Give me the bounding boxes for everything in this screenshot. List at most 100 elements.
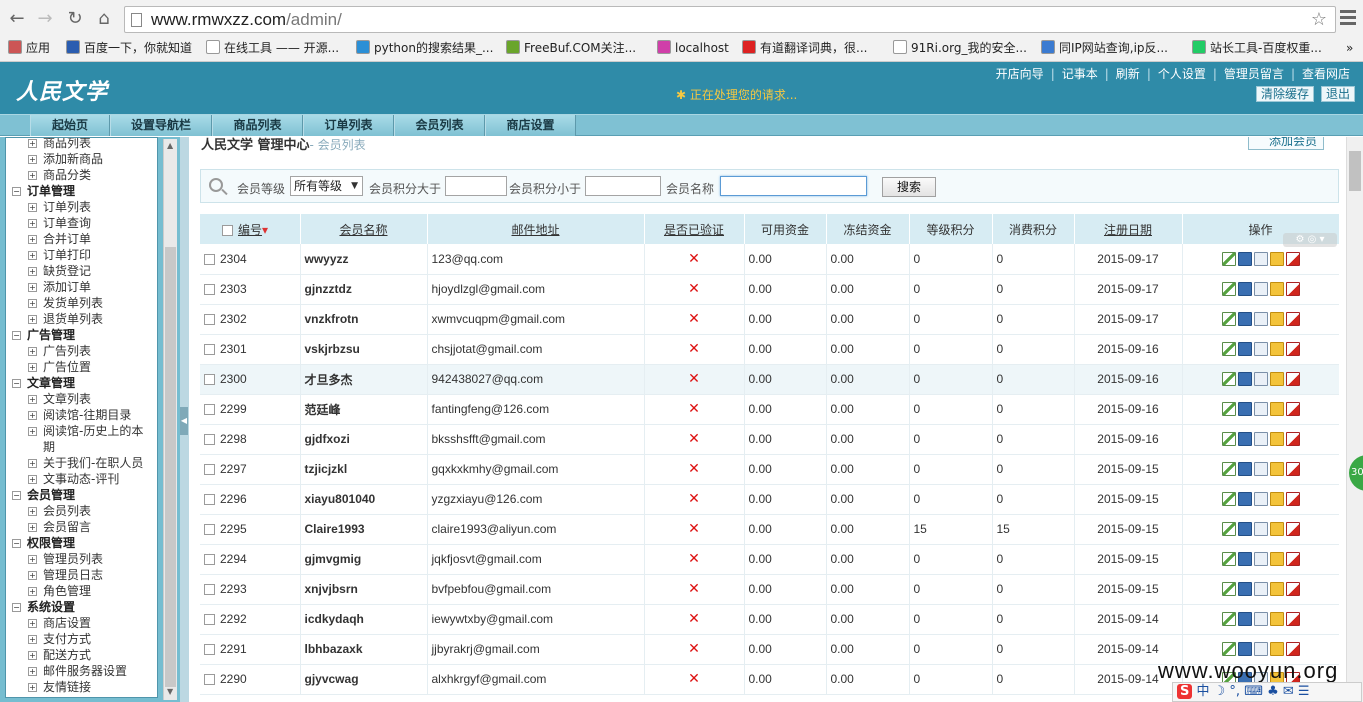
expand-icon[interactable]: + <box>28 155 37 164</box>
account-icon[interactable] <box>1269 522 1284 536</box>
expand-icon[interactable]: + <box>28 651 37 660</box>
collapse-icon[interactable]: − <box>12 603 21 612</box>
expand-icon[interactable]: + <box>28 523 37 532</box>
search-button[interactable]: 搜索 <box>882 177 936 197</box>
not-verified-icon[interactable]: ✕ <box>688 521 700 537</box>
detail-view-icon[interactable] <box>1253 402 1268 416</box>
edit-icon[interactable] <box>1221 402 1236 416</box>
tree-group[interactable]: − 广告管理 <box>6 327 157 343</box>
not-verified-icon[interactable]: ✕ <box>688 581 700 597</box>
member-name-input[interactable] <box>720 176 867 196</box>
expand-icon[interactable]: + <box>28 683 37 692</box>
tree-item[interactable]: + 会员留言 <box>6 519 157 535</box>
not-verified-icon[interactable]: ✕ <box>688 251 700 267</box>
detail-view-icon[interactable] <box>1253 552 1268 566</box>
not-verified-icon[interactable]: ✕ <box>688 371 700 387</box>
delete-icon[interactable] <box>1285 462 1300 476</box>
expand-icon[interactable]: + <box>28 267 37 276</box>
col-name[interactable]: 会员名称 <box>300 214 428 244</box>
expand-icon[interactable]: + <box>28 299 37 308</box>
row-checkbox[interactable] <box>204 374 215 385</box>
detail-view-icon[interactable] <box>1253 251 1268 266</box>
tree-group[interactable]: − 会员管理 <box>6 487 157 503</box>
detail-view-icon[interactable] <box>1253 522 1268 536</box>
reload-icon[interactable]: ↻ <box>64 8 86 30</box>
expand-icon[interactable]: + <box>28 475 37 484</box>
address-book-icon[interactable] <box>1237 612 1252 626</box>
row-checkbox[interactable] <box>204 524 215 535</box>
delete-icon[interactable] <box>1285 342 1300 356</box>
collapse-icon[interactable]: − <box>12 539 21 548</box>
add-member-button[interactable]: 添加会员 <box>1248 137 1325 150</box>
nav-tab[interactable]: 商店设置 <box>485 115 576 136</box>
bookmark-item[interactable]: 同IP网站查询,ip反... <box>1041 39 1168 57</box>
tree-item[interactable]: + 配送方式 <box>6 647 157 663</box>
expand-icon[interactable]: + <box>28 619 37 628</box>
expand-icon[interactable]: + <box>28 235 37 244</box>
scroll-down-icon[interactable]: ▼ <box>167 687 173 696</box>
tree-item[interactable]: + 退货单列表 <box>6 311 157 327</box>
address-book-icon[interactable] <box>1237 462 1252 476</box>
tree-item[interactable]: + 商店设置 <box>6 615 157 631</box>
expand-icon[interactable]: + <box>28 139 37 148</box>
scroll-thumb[interactable] <box>165 247 176 687</box>
tree-item[interactable]: + 商品列表 <box>6 138 157 151</box>
edit-icon[interactable] <box>1221 462 1236 476</box>
row-checkbox[interactable] <box>204 404 215 415</box>
tree-item[interactable]: + 邮件服务器设置 <box>6 663 157 679</box>
edit-icon[interactable] <box>1221 251 1236 266</box>
address-book-icon[interactable] <box>1237 642 1252 656</box>
detail-view-icon[interactable] <box>1253 462 1268 476</box>
not-verified-icon[interactable]: ✕ <box>688 281 700 297</box>
tree-item[interactable]: + 友情链接 <box>6 679 157 695</box>
tree-group[interactable]: − 系统设置 <box>6 599 157 615</box>
edit-icon[interactable] <box>1221 372 1236 386</box>
detail-view-icon[interactable] <box>1253 582 1268 596</box>
row-checkbox[interactable] <box>204 344 215 355</box>
tree-item[interactable]: + 订单列表 <box>6 199 157 215</box>
row-checkbox[interactable] <box>204 314 215 325</box>
address-book-icon[interactable] <box>1237 372 1252 386</box>
not-verified-icon[interactable]: ✕ <box>688 461 700 477</box>
account-icon[interactable] <box>1269 432 1284 446</box>
nav-tab[interactable]: 设置导航栏 <box>110 115 212 136</box>
tree-item[interactable]: + 发货单列表 <box>6 295 157 311</box>
col-id[interactable]: 编号▾ <box>200 214 301 244</box>
bookmarks-overflow-icon[interactable]: » <box>1346 39 1353 57</box>
tree-item[interactable]: + 阅读馆-往期目录 <box>6 407 157 423</box>
bookmark-item[interactable]: python的搜索结果_... <box>356 39 493 57</box>
tree-item[interactable]: + 缺货登记 <box>6 263 157 279</box>
expand-icon[interactable]: + <box>28 667 37 676</box>
edit-icon[interactable] <box>1221 492 1236 506</box>
not-verified-icon[interactable]: ✕ <box>688 641 700 657</box>
address-book-icon[interactable] <box>1237 282 1252 296</box>
delete-icon[interactable] <box>1285 251 1300 266</box>
account-icon[interactable] <box>1269 372 1284 386</box>
bookmark-item[interactable]: 有道翻译词典，很... <box>742 39 867 57</box>
account-icon[interactable] <box>1269 642 1284 656</box>
edit-icon[interactable] <box>1221 582 1236 596</box>
back-icon[interactable]: ← <box>6 8 28 30</box>
edit-icon[interactable] <box>1221 312 1236 326</box>
tree-item[interactable]: + 广告列表 <box>6 343 157 359</box>
tree-item[interactable]: + 订单打印 <box>6 247 157 263</box>
address-book-icon[interactable] <box>1237 402 1252 416</box>
row-checkbox[interactable] <box>204 614 215 625</box>
tree-item[interactable]: + 广告位置 <box>6 359 157 375</box>
detail-view-icon[interactable] <box>1253 492 1268 506</box>
expand-icon[interactable]: + <box>28 347 37 356</box>
bookmark-star-icon[interactable]: ☆ <box>1311 9 1327 30</box>
expand-icon[interactable]: + <box>28 283 37 292</box>
edit-icon[interactable] <box>1221 282 1236 296</box>
address-book-icon[interactable] <box>1237 251 1252 266</box>
expand-icon[interactable]: + <box>28 363 37 372</box>
tree-item[interactable]: + 管理员日志 <box>6 567 157 583</box>
address-book-icon[interactable] <box>1237 342 1252 356</box>
tree-item[interactable]: + 阅读馆-历史上的本 <box>6 423 157 439</box>
collapse-icon[interactable]: − <box>12 187 21 196</box>
page-scroll-thumb[interactable] <box>1349 151 1361 191</box>
sidebar-scrollbar[interactable]: ▲ ▼ <box>163 139 177 700</box>
collapse-arrow-icon[interactable]: ◀ <box>180 407 188 435</box>
expand-icon[interactable]: + <box>28 315 37 324</box>
account-icon[interactable] <box>1269 582 1284 596</box>
